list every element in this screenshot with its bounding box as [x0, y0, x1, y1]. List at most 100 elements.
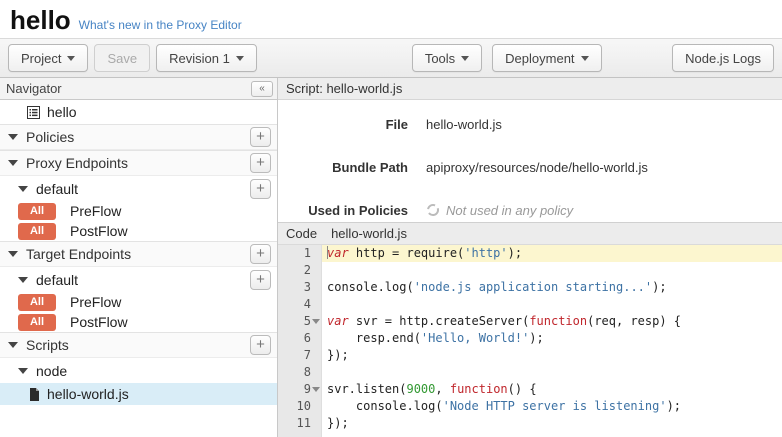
code-token: (req, resp) { — [587, 314, 681, 328]
navigator-panel: Navigator « helloPolicies+Proxy Endpoint… — [0, 78, 278, 437]
code-line[interactable]: var svr = http.createServer(function(req… — [322, 313, 782, 330]
save-button[interactable]: Save — [94, 44, 150, 72]
line-number: 7 — [278, 347, 321, 364]
line-number: 4 — [278, 296, 321, 313]
triangle-down-icon — [8, 134, 18, 140]
detail-row-used-in-policies: Used in PoliciesNot used in any policy — [278, 200, 782, 220]
add-default-button[interactable]: + — [250, 179, 271, 199]
code-token: svr.listen( — [327, 382, 406, 396]
code-token: ); — [529, 331, 543, 345]
detail-value: apiproxy/resources/node/hello-world.js — [426, 160, 648, 175]
sidebar-item-postflow[interactable]: AllPostFlow — [0, 312, 277, 332]
conditions-all-badge: All — [18, 203, 56, 220]
page-header: hello What's new in the Proxy Editor — [0, 0, 782, 38]
code-token: ); — [667, 399, 681, 413]
detail-value-text: apiproxy/resources/node/hello-world.js — [426, 160, 648, 175]
sidebar-item-hello-world-js[interactable]: hello-world.js — [0, 383, 277, 405]
detail-value: hello-world.js — [426, 117, 502, 132]
code-token: , — [435, 382, 449, 396]
triangle-down-icon — [18, 368, 28, 374]
code-file-tab[interactable]: hello-world.js — [331, 226, 407, 241]
line-number: 11 — [278, 415, 321, 432]
code-token: 'node.js application starting...' — [414, 280, 652, 294]
code-line[interactable] — [322, 262, 782, 279]
code-token: 'http' — [464, 246, 507, 260]
add-target-endpoints-button[interactable]: + — [250, 244, 271, 264]
add-proxy-endpoints-button[interactable]: + — [250, 153, 271, 173]
detail-row-file: File hello-world.js — [278, 114, 782, 134]
proxy-overview-icon — [27, 106, 40, 119]
code-panel-label: Code — [286, 226, 317, 241]
detail-value-text: hello-world.js — [426, 117, 502, 132]
whats-new-link[interactable]: What's new in the Proxy Editor — [79, 18, 242, 32]
detail-label: File — [278, 117, 408, 132]
triangle-down-icon — [18, 277, 28, 283]
sidebar-item-default[interactable]: default + — [0, 267, 277, 292]
triangle-down-icon — [8, 160, 18, 166]
line-number: 2 — [278, 262, 321, 279]
code-line[interactable]: }); — [322, 415, 782, 432]
fold-toggle-icon[interactable] — [312, 319, 320, 324]
code-token: resp.end( — [327, 331, 421, 345]
tools-button[interactable]: Tools — [412, 44, 482, 72]
script-detail-panel: Script: hello-world.js Filehello-world.j… — [278, 78, 782, 437]
sidebar-item-default[interactable]: default+ — [0, 176, 277, 201]
sidebar-item-postflow[interactable]: AllPostFlow — [0, 221, 277, 241]
deployment-button[interactable]: Deployment — [492, 44, 601, 72]
code-token: var — [327, 246, 349, 260]
add-default-button[interactable]: + — [250, 270, 271, 290]
code-token: 'Hello, World!' — [421, 331, 529, 345]
line-number: 6 — [278, 330, 321, 347]
conditions-all-badge: All — [18, 223, 56, 240]
code-line[interactable]: svr.listen(9000, function() { — [322, 381, 782, 398]
sidebar-item-hello[interactable]: hello — [0, 100, 277, 124]
sidebar-item-proxy-endpoints[interactable]: Proxy Endpoints+ — [0, 150, 277, 176]
line-number: 1 — [278, 245, 321, 262]
code-token: function — [529, 314, 587, 328]
code-line[interactable] — [322, 364, 782, 381]
nodejs-logs-button[interactable]: Node.js Logs — [672, 44, 774, 72]
script-details: File hello-world.js Bundle Path apiproxy/re… — [278, 100, 782, 222]
code-token: 9000 — [406, 382, 435, 396]
sidebar-item-label: PreFlow — [70, 294, 121, 310]
sidebar-item-preflow[interactable]: All PreFlow — [0, 292, 277, 312]
fold-toggle-icon[interactable] — [312, 387, 320, 392]
page-title: hello — [10, 4, 71, 36]
triangle-down-icon — [8, 342, 18, 348]
sidebar-item-policies[interactable]: Policies + — [0, 124, 277, 150]
code-line[interactable]: }); — [322, 347, 782, 364]
code-line[interactable]: console.log('node.js application startin… — [322, 279, 782, 296]
add-policies-button[interactable]: + — [250, 127, 271, 147]
code-token: function — [450, 382, 508, 396]
code-token: }); — [327, 416, 349, 430]
project-button[interactable]: Project — [8, 44, 88, 72]
code-line[interactable]: resp.end('Hello, World!'); — [322, 330, 782, 347]
line-number: 3 — [278, 279, 321, 296]
toolbar: Project Save Revision 1 Tools Deployment… — [0, 38, 782, 78]
collapse-navigator-button[interactable]: « — [251, 81, 273, 97]
code-line[interactable]: var http = require('http'); — [322, 245, 782, 262]
sidebar-item-label: Scripts — [26, 337, 69, 353]
code-token: var — [327, 314, 349, 328]
code-token: }); — [327, 348, 349, 362]
sidebar-item-target-endpoints[interactable]: Target Endpoints+ — [0, 241, 277, 267]
code-line[interactable] — [322, 296, 782, 313]
add-scripts-button[interactable]: + — [250, 335, 271, 355]
conditions-all-badge: All — [18, 294, 56, 311]
detail-row-bundle-path: Bundle Path apiproxy/resources/node/hello… — [278, 157, 782, 177]
sidebar-item-node[interactable]: node — [0, 358, 277, 383]
revision-button[interactable]: Revision 1 — [156, 44, 257, 72]
sidebar-item-label: default — [36, 272, 78, 288]
conditions-all-badge: All — [18, 314, 56, 331]
detail-value-text: Not used in any policy — [446, 203, 573, 218]
sidebar-item-label: Policies — [26, 129, 74, 145]
code-token: svr = http.createServer( — [349, 314, 530, 328]
sidebar-item-scripts[interactable]: Scripts + — [0, 332, 277, 358]
code-editor[interactable]: 1234567891011 var http = require('http')… — [278, 245, 782, 437]
proxy-editor-app: hello What's new in the Proxy Editor Pro… — [0, 0, 782, 437]
detail-label: Bundle Path — [278, 160, 408, 175]
sidebar-item-preflow[interactable]: AllPreFlow — [0, 201, 277, 221]
code-line[interactable]: console.log('Node HTTP server is listeni… — [322, 398, 782, 415]
chevron-down-icon — [461, 56, 469, 61]
code-gutter: 1234567891011 — [278, 245, 322, 437]
